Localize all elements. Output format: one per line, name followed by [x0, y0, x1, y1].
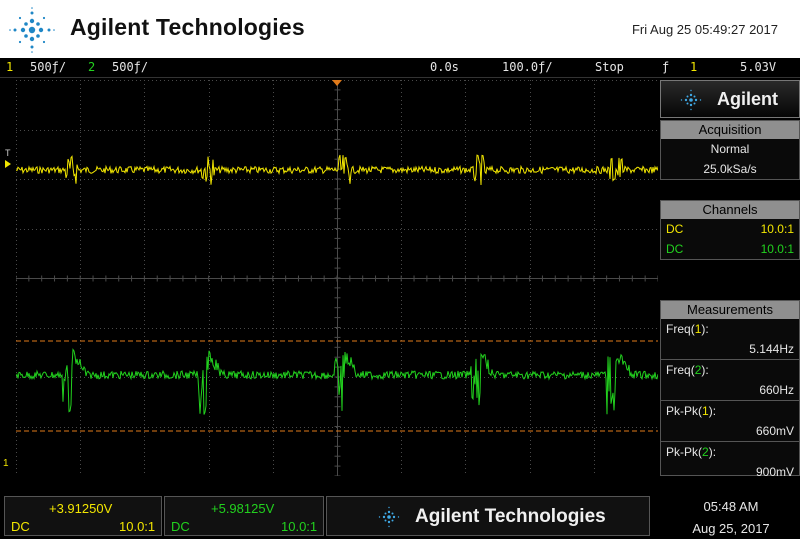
ch2-probe: 10.0:1 [760, 242, 794, 256]
measurement-channel: 2 [694, 363, 702, 377]
brand-title: Agilent Technologies [70, 14, 305, 40]
measurement-label: Freq [666, 363, 691, 377]
channels-section[interactable]: Channels DC 10.0:1 DC 10.0:1 [660, 200, 800, 260]
screenshot-datetime: Fri Aug 25 05:49:27 2017 [631, 22, 778, 37]
measurement-label: Freq [666, 322, 691, 336]
clock: 05:48 AM Aug 25, 2017 [662, 498, 800, 538]
acquisition-rate: 25.0kSa/s [703, 162, 757, 176]
bottom-bar: +3.91250V DC 10.0:1 +5.98125V DC 10.0:1 … [0, 494, 800, 539]
ch2-number[interactable]: 2 [88, 60, 95, 74]
measurements-section[interactable]: Measurements Freq(1): 5.144Hz Freq(2): 6… [660, 300, 800, 479]
measurement-item[interactable]: Freq(1): 5.144Hz [661, 319, 799, 360]
ch1-number[interactable]: 1 [6, 60, 13, 74]
acquisition-section[interactable]: Acquisition Normal 25.0kSa/s [660, 120, 800, 180]
trigger-edge-icon: ƒ [662, 60, 670, 74]
ch1-ground-marker-icon[interactable] [5, 160, 11, 168]
clock-time: 05:48 AM [703, 499, 759, 514]
top-banner: Agilent Technologies Fri Aug 25 05:49:27… [0, 0, 800, 58]
measurements-title: Measurements [661, 301, 799, 319]
status-bar: 1 500ƒ/ 2 500ƒ/ 0.0s 100.0ƒ/ Stop ƒ 1 5.… [0, 58, 800, 78]
measurement-channel: 2 [702, 445, 709, 459]
ch1-scale[interactable]: 500ƒ/ [30, 60, 66, 74]
panel-brand: Agilent [717, 89, 778, 109]
measurement-item[interactable]: Pk-Pk(2): 900mV [661, 442, 799, 482]
waveform-display[interactable] [16, 80, 658, 476]
ch1-softkey[interactable]: +3.91250V DC 10.0:1 [4, 496, 162, 536]
ch2-scale[interactable]: 500ƒ/ [112, 60, 148, 74]
trigger-source[interactable]: 1 [690, 60, 697, 74]
measurement-channel: 1 [694, 322, 702, 336]
trigger-position-icon [332, 80, 342, 86]
channels-title: Channels [661, 201, 799, 219]
ch1-offset-marker[interactable]: 1 [3, 458, 9, 469]
timebase-scale[interactable]: 100.0ƒ/ [502, 60, 553, 74]
measurement-value: 660Hz [759, 383, 794, 397]
waveform-graticule [16, 80, 658, 476]
measurement-label: Pk-Pk [666, 445, 699, 459]
ch1-bottom-probe: 10.0:1 [119, 519, 156, 534]
measurement-channel: 1 [702, 404, 709, 418]
agilent-panel-header: Agilent [660, 80, 800, 118]
channel-row-1: DC 10.0:1 [661, 219, 799, 239]
measurement-item[interactable]: Freq(2): 660Hz [661, 360, 799, 401]
channel-row-2: DC 10.0:1 [661, 239, 799, 259]
graticule-grid [16, 80, 658, 476]
ch2-softkey[interactable]: +5.98125V DC 10.0:1 [164, 496, 324, 536]
side-panel: Agilent Acquisition Normal 25.0kSa/s Cha… [660, 80, 800, 479]
ch2-bottom-coupling: DC [171, 519, 190, 534]
agilent-spark-small-icon [680, 89, 702, 111]
ch2-offset: +5.98125V [211, 501, 275, 516]
acquisition-title: Acquisition [661, 121, 799, 139]
bottom-brand: Agilent Technologies [415, 506, 606, 527]
run-state[interactable]: Stop [595, 60, 624, 74]
ch1-coupling: DC [666, 222, 684, 236]
measurement-value: 900mV [755, 465, 794, 479]
time-delay[interactable]: 0.0s [430, 60, 459, 74]
ch2-coupling: DC [666, 242, 684, 256]
measurement-value: 660mV [755, 424, 794, 438]
measurement-label: Pk-Pk [666, 404, 699, 418]
ch1-offset: +3.91250V [49, 501, 113, 516]
agilent-spark-bottom-icon [378, 506, 400, 528]
clock-date: Aug 25, 2017 [692, 521, 770, 536]
brand-softkey: Agilent Technologies [326, 496, 650, 536]
acquisition-mode: Normal [710, 142, 750, 156]
ch1-bottom-coupling: DC [11, 519, 30, 534]
ch2-bottom-probe: 10.0:1 [281, 519, 318, 534]
ch1-probe: 10.0:1 [760, 222, 794, 236]
measurement-value: 5.144Hz [749, 342, 794, 356]
trigger-level-marker: T [5, 148, 11, 158]
agilent-spark-logo-icon [9, 7, 55, 53]
trigger-level[interactable]: 5.03V [740, 60, 776, 74]
measurement-item[interactable]: Pk-Pk(1): 660mV [661, 401, 799, 442]
